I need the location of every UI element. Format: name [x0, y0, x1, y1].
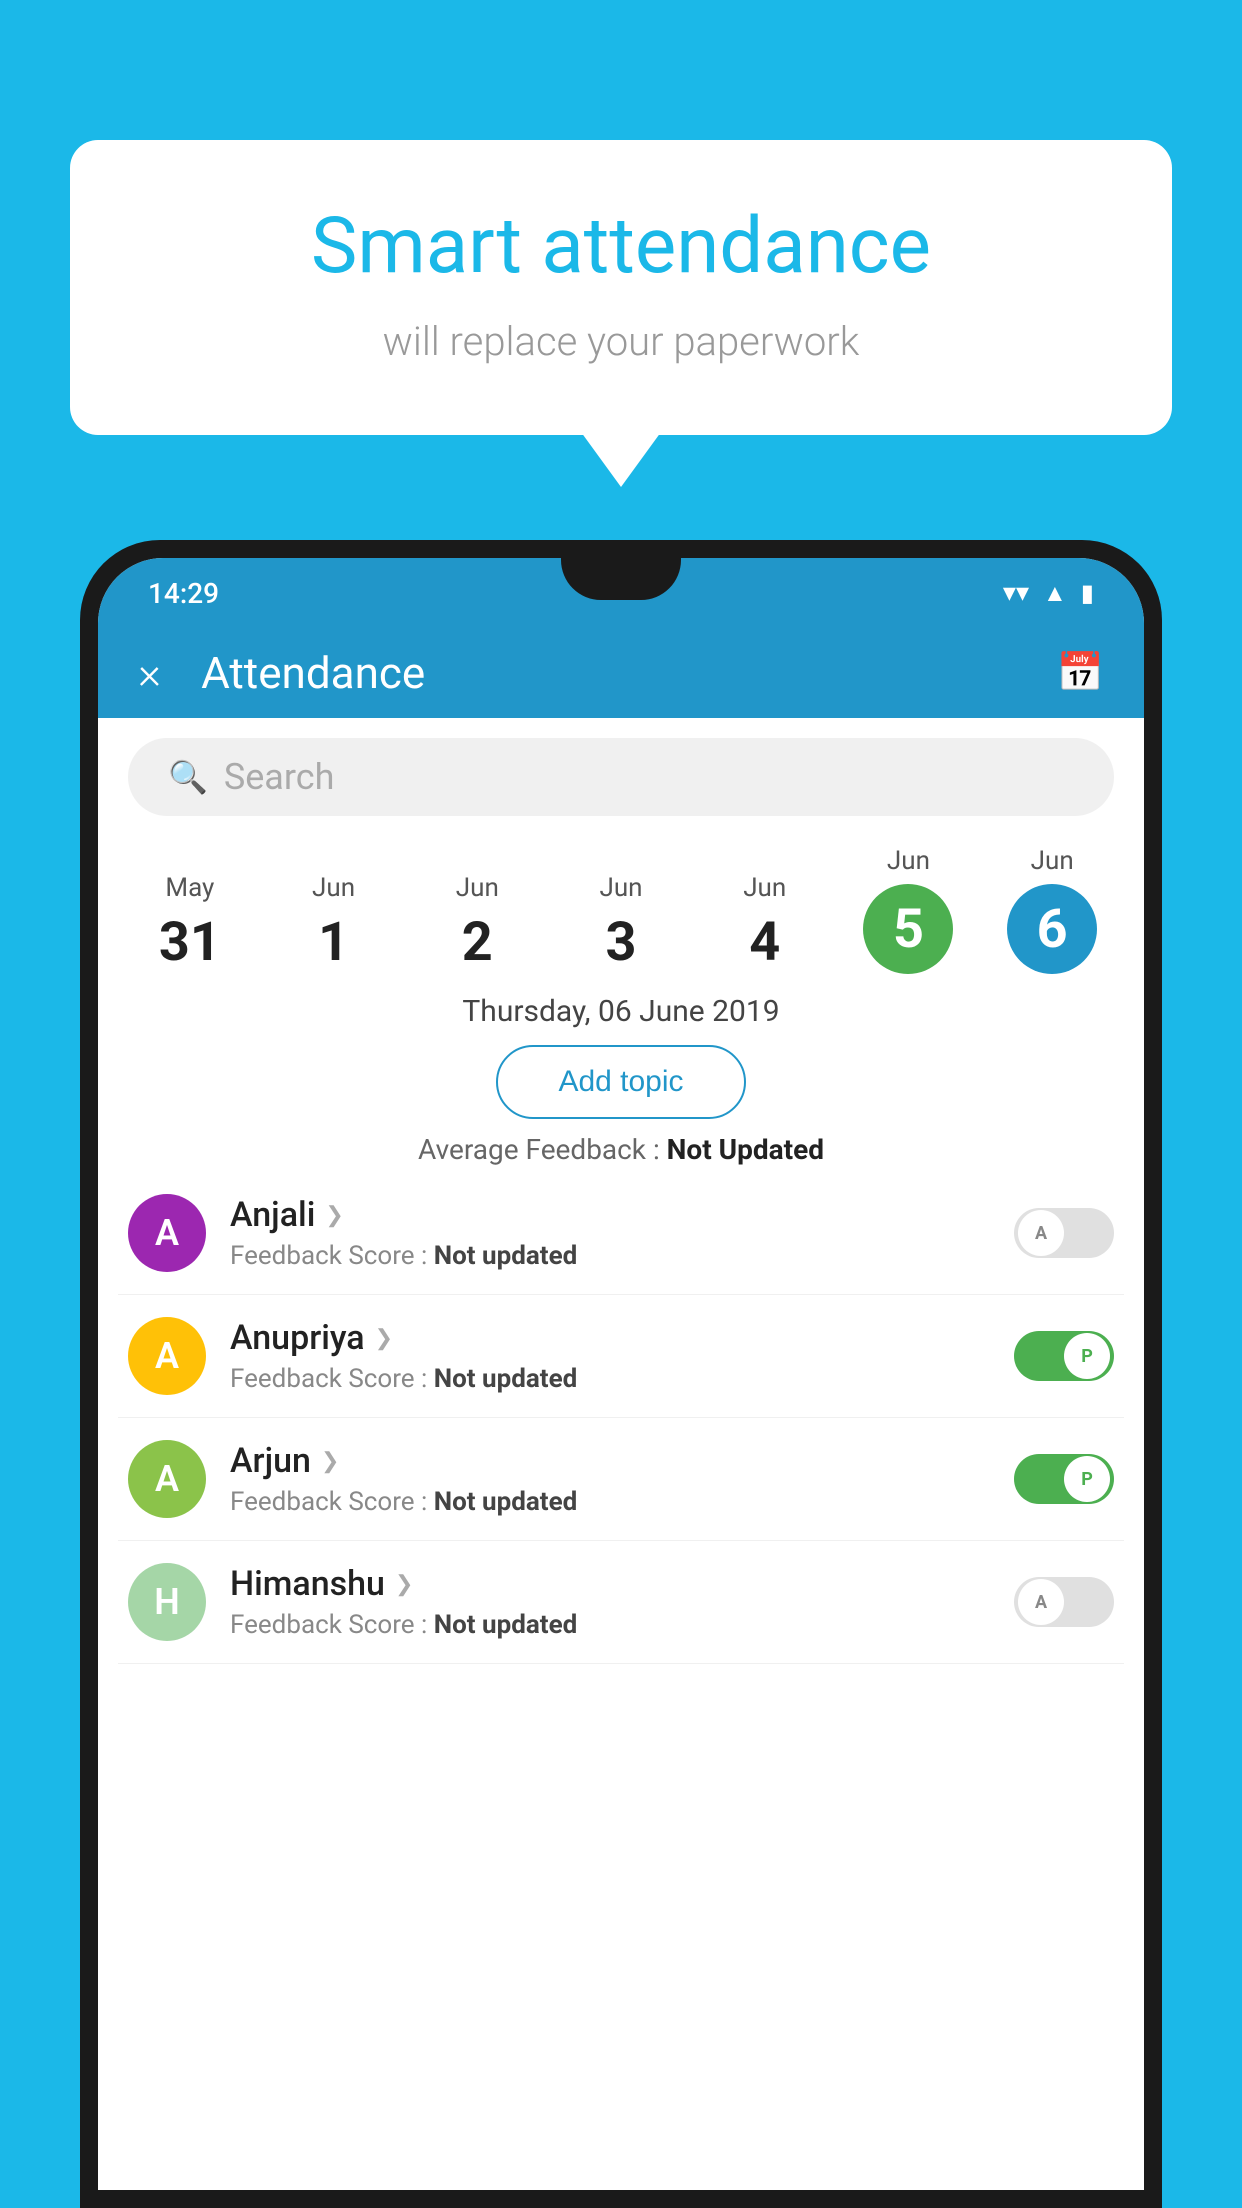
status-icons: ▾▾ ▲ ▮ — [1003, 578, 1094, 608]
app-header: × Attendance 📅 — [98, 628, 1144, 718]
student-item-himanshu[interactable]: H Himanshu ❯ Feedback Score : Not update… — [118, 1541, 1124, 1664]
feedback-arjun: Feedback Score : Not updated — [230, 1487, 1014, 1517]
avg-feedback-label: Average Feedback : — [418, 1133, 667, 1166]
avg-feedback-value: Not Updated — [667, 1133, 824, 1166]
signal-icon: ▲ — [1043, 579, 1067, 608]
student-name-anupriya: Anupriya ❯ — [230, 1318, 1014, 1358]
date-circle-blue: 6 — [1007, 884, 1097, 974]
phone-frame: 14:29 ▾▾ ▲ ▮ × Attendance 📅 🔍 Search — [80, 540, 1162, 2208]
speech-title: Smart attendance — [150, 200, 1092, 294]
search-placeholder: Search — [224, 756, 335, 798]
student-name-arjun: Arjun ❯ — [230, 1441, 1014, 1481]
date-month-3: Jun — [599, 873, 642, 903]
date-col-jun2[interactable]: Jun 2 — [405, 873, 549, 974]
date-day-0: 31 — [159, 911, 221, 974]
selected-date: Thursday, 06 June 2019 — [98, 994, 1144, 1029]
student-item-anupriya[interactable]: A Anupriya ❯ Feedback Score : Not update… — [118, 1295, 1124, 1418]
student-info-arjun: Arjun ❯ Feedback Score : Not updated — [230, 1441, 1014, 1517]
date-day-3: 3 — [606, 911, 637, 974]
toggle-anupriya[interactable]: P — [1014, 1331, 1114, 1381]
date-col-jun4[interactable]: Jun 4 — [693, 873, 837, 974]
avatar-initial-anupriya: A — [155, 1335, 179, 1377]
date-col-jun6[interactable]: Jun 6 — [980, 846, 1124, 974]
feedback-anupriya: Feedback Score : Not updated — [230, 1364, 1014, 1394]
avatar-anjali: A — [128, 1194, 206, 1272]
avatar-initial-arjun: A — [155, 1458, 179, 1500]
date-day-4: 4 — [749, 911, 780, 974]
phone-screen: 14:29 ▾▾ ▲ ▮ × Attendance 📅 🔍 Search — [98, 558, 1144, 2190]
feedback-himanshu: Feedback Score : Not updated — [230, 1610, 1014, 1640]
toggle-knob-arjun: P — [1064, 1456, 1110, 1502]
toggle-anjali[interactable]: A — [1014, 1208, 1114, 1258]
date-month-5: Jun — [887, 846, 930, 876]
close-button[interactable]: × — [138, 647, 161, 699]
student-info-anupriya: Anupriya ❯ Feedback Score : Not updated — [230, 1318, 1014, 1394]
status-time: 14:29 — [148, 577, 219, 610]
date-month-2: Jun — [456, 873, 499, 903]
toggle-knob-anupriya: P — [1064, 1333, 1110, 1379]
date-day-2: 2 — [462, 911, 493, 974]
date-col-jun1[interactable]: Jun 1 — [262, 873, 406, 974]
date-day-1: 1 — [318, 911, 349, 974]
chevron-icon-anjali: ❯ — [325, 1203, 343, 1228]
app-content: 🔍 Search May 31 Jun 1 Jun 2 — [98, 718, 1144, 2190]
phone-inner: 14:29 ▾▾ ▲ ▮ × Attendance 📅 🔍 Search — [98, 558, 1144, 2190]
date-month-0: May — [165, 873, 214, 903]
date-col-may31[interactable]: May 31 — [118, 873, 262, 974]
student-item-arjun[interactable]: A Arjun ❯ Feedback Score : Not updated — [118, 1418, 1124, 1541]
avg-feedback: Average Feedback : Not Updated — [98, 1133, 1144, 1166]
toggle-arjun[interactable]: P — [1014, 1454, 1114, 1504]
avatar-anupriya: A — [128, 1317, 206, 1395]
date-row: May 31 Jun 1 Jun 2 Jun 3 — [98, 836, 1144, 974]
date-col-jun3[interactable]: Jun 3 — [549, 873, 693, 974]
toggle-himanshu[interactable]: A — [1014, 1577, 1114, 1627]
battery-icon: ▮ — [1081, 579, 1094, 607]
date-month-6: Jun — [1031, 846, 1074, 876]
notch — [561, 558, 681, 600]
speech-bubble: Smart attendance will replace your paper… — [70, 140, 1172, 435]
chevron-icon-anupriya: ❯ — [375, 1326, 393, 1351]
date-circle-green: 5 — [863, 884, 953, 974]
chevron-icon-arjun: ❯ — [321, 1449, 339, 1474]
header-title: Attendance — [201, 647, 1057, 699]
toggle-knob-himanshu: A — [1018, 1579, 1064, 1625]
calendar-icon[interactable]: 📅 — [1057, 651, 1104, 695]
student-info-anjali: Anjali ❯ Feedback Score : Not updated — [230, 1195, 1014, 1271]
date-month-4: Jun — [743, 873, 786, 903]
student-name-anjali: Anjali ❯ — [230, 1195, 1014, 1235]
student-list: A Anjali ❯ Feedback Score : Not updated — [98, 1172, 1144, 1664]
avatar-himanshu: H — [128, 1563, 206, 1641]
avatar-initial-anjali: A — [155, 1212, 179, 1254]
search-bar[interactable]: 🔍 Search — [128, 738, 1114, 816]
date-col-jun5[interactable]: Jun 5 — [837, 846, 981, 974]
add-topic-button[interactable]: Add topic — [496, 1045, 745, 1119]
toggle-knob-anjali: A — [1018, 1210, 1064, 1256]
status-bar: 14:29 ▾▾ ▲ ▮ — [98, 558, 1144, 628]
chevron-icon-himanshu: ❯ — [395, 1572, 413, 1597]
search-icon: 🔍 — [168, 758, 208, 796]
speech-subtitle: will replace your paperwork — [150, 318, 1092, 365]
date-month-1: Jun — [312, 873, 355, 903]
student-info-himanshu: Himanshu ❯ Feedback Score : Not updated — [230, 1564, 1014, 1640]
avatar-arjun: A — [128, 1440, 206, 1518]
student-name-himanshu: Himanshu ❯ — [230, 1564, 1014, 1604]
wifi-icon: ▾▾ — [1003, 578, 1029, 608]
feedback-anjali: Feedback Score : Not updated — [230, 1241, 1014, 1271]
avatar-initial-himanshu: H — [154, 1581, 180, 1623]
student-item-anjali[interactable]: A Anjali ❯ Feedback Score : Not updated — [118, 1172, 1124, 1295]
speech-bubble-wrapper: Smart attendance will replace your paper… — [70, 140, 1172, 435]
